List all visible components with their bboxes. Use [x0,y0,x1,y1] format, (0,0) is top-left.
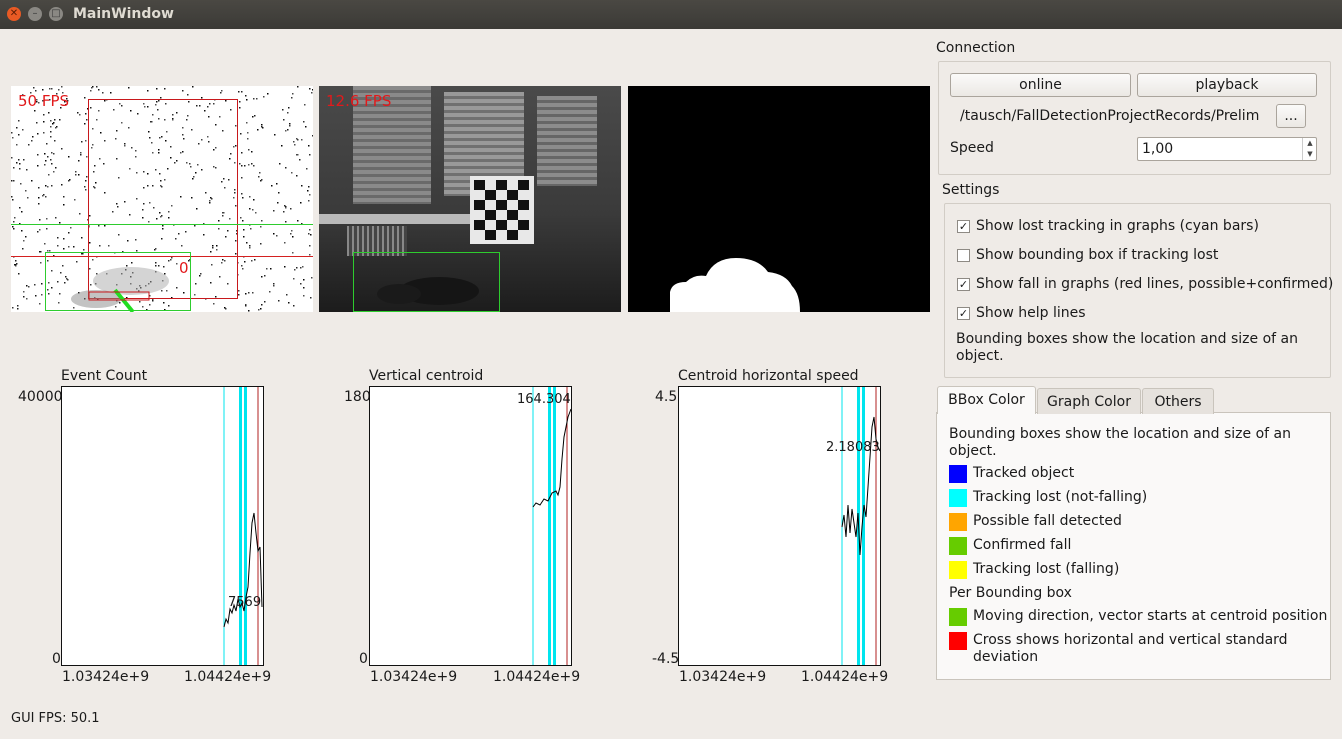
event-fps-label: 50 FPS [18,92,70,110]
motion-vector [71,267,169,312]
y-min-label: 0 [359,651,368,667]
minimize-icon[interactable]: – [28,7,42,21]
checkbox-show-fall[interactable]: ✓ Show fall in graphs (red lines, possibl… [957,276,1333,292]
settings-note: Bounding boxes show the location and siz… [956,331,1298,364]
event-count-label: 0 [179,259,189,277]
settings-title: Settings [942,182,1000,198]
swatch [949,465,967,483]
x-end-label: 1.04424e+9 [801,669,889,685]
plot-annotation: 2.18083 [826,440,880,455]
swatch [949,632,967,650]
checkbox-lost-tracking[interactable]: ✓ Show lost tracking in graphs (cyan bars… [957,218,1259,234]
plot-title: Centroid horizontal speed [678,368,859,384]
tab-bbox-color[interactable]: BBox Color [937,386,1036,414]
speed-label: Speed [950,140,994,156]
legend-tracked: Tracked object [949,465,1074,483]
plot-annotation: 7569 [228,595,262,610]
playback-button[interactable]: playback [1137,73,1317,97]
x-start-label: 1.03424e+9 [370,669,458,685]
x-end-label: 1.04424e+9 [493,669,581,685]
checkbox-bbox-lost[interactable]: Show bounding box if tracking lost [957,247,1218,263]
window-title: MainWindow [73,6,174,22]
maximize-icon[interactable]: □ [49,7,63,21]
checkbox-indicator[interactable]: ✓ [957,306,970,320]
legend-lost-falling: Tracking lost (falling) [949,561,1119,579]
per-bbox-title: Per Bounding box [949,585,1072,601]
mask-view [628,86,930,312]
grayscale-camera-view: 12.6 FPS [319,86,621,312]
recording-path: /tausch/FallDetectionProjectRecords/Prel… [960,108,1260,124]
x-start-label: 1.03424e+9 [62,669,150,685]
foreground-mask [670,258,800,312]
plot-title: Vertical centroid [369,368,484,384]
x-start-label: 1.03424e+9 [679,669,767,685]
y-max-label: 180 [344,389,371,405]
legend-confirmed-fall: Confirmed fall [949,537,1071,555]
y-max-label: 40000 [18,389,63,405]
y-min-label: -4.5 [652,651,680,667]
y-max-label: 4.5 [655,389,678,405]
event-camera-view: 50 FPS 0 [11,86,313,312]
legend-cross: Cross shows horizontal and vertical stan… [949,632,1309,666]
swatch [949,608,967,626]
connection-title: Connection [936,40,1016,56]
y-min-label: 0 [52,651,61,667]
checkbox-indicator[interactable]: ✓ [957,277,970,291]
gui-fps-label: GUI FPS: 50.1 [11,711,100,726]
checkbox-help-lines[interactable]: ✓ Show help lines [957,305,1086,321]
legend-possible-fall: Possible fall detected [949,513,1122,531]
swatch [949,537,967,555]
bbox-intro: Bounding boxes show the location and siz… [949,426,1291,459]
swatch [949,561,967,579]
tab-graph-color[interactable]: Graph Color [1037,388,1141,414]
close-icon[interactable]: ✕ [7,7,21,21]
browse-button[interactable]: ... [1276,104,1306,128]
green-bounding-box [353,252,500,312]
gray-fps-label: 12.6 FPS [326,92,392,110]
speed-spinbox[interactable]: 1,00 ▲ ▼ [1137,137,1317,161]
speed-value: 1,00 [1142,141,1174,157]
checkbox-indicator[interactable] [957,248,970,262]
plot-area [223,387,263,665]
tab-others[interactable]: Others [1142,388,1214,414]
legend-moving-direction: Moving direction, vector starts at centr… [949,608,1327,626]
plot-annotation: 164.304 [517,392,571,407]
legend-lost-not-falling: Tracking lost (not-falling) [949,489,1147,507]
centroid-speed-plot: 2.18083 [678,386,881,666]
swatch [949,489,967,507]
event-count-plot: 7569 [61,386,264,666]
spin-arrows-icon[interactable]: ▲ ▼ [1302,138,1317,160]
swatch [949,513,967,531]
online-button[interactable]: online [950,73,1131,97]
x-end-label: 1.04424e+9 [184,669,272,685]
title-bar: ✕ – □ MainWindow [0,0,1342,29]
plot-title: Event Count [61,368,148,384]
vertical-centroid-plot: 164.304 [369,386,572,666]
plot-area [841,387,881,665]
checkbox-indicator[interactable]: ✓ [957,219,970,233]
plot-area [532,387,572,665]
